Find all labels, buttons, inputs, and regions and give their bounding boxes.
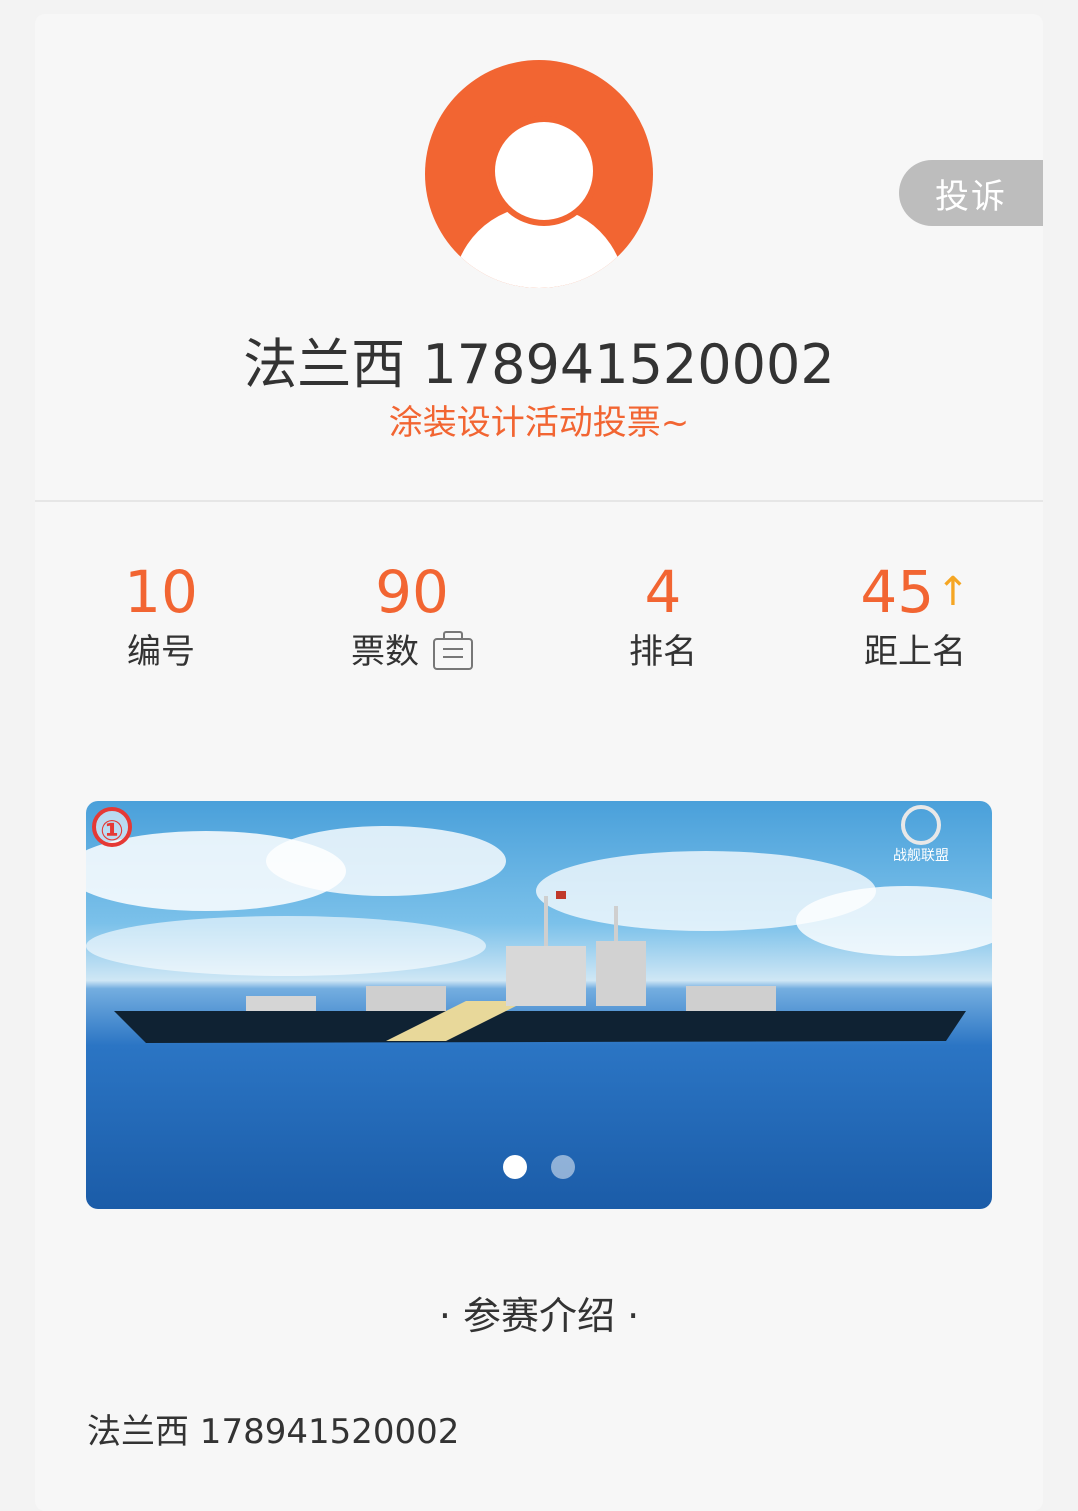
stat-number-value: 10 [124,558,198,626]
stat-gap: 45↑ 距上名 [815,559,1015,675]
stat-votes-value: 90 [375,558,449,626]
stat-rank-value: 4 [644,558,682,626]
divider [35,500,1043,502]
arrow-up-icon: ↑ [936,569,970,615]
stat-gap-value: 45 [860,558,935,626]
intro-text: 法兰西 178941520002 [87,1412,460,1452]
battleship-image [86,826,992,1043]
stat-rank: 4 排名 [563,559,763,675]
avatar-head-shape [489,116,599,226]
stat-votes-label: 票数 [351,632,419,672]
image-carousel[interactable]: ① 战舰联盟 [86,801,992,1209]
section-title: · 参赛介绍 · [438,1294,640,1338]
carousel-dot-2[interactable] [551,1155,575,1179]
entry-card: 投诉 法兰西 178941520002 涂装设计活动投票~ 10 编号 90 票… [35,14,1043,1511]
carousel-dot-1[interactable] [503,1155,527,1179]
entry-subtitle: 涂装设计活动投票~ [388,403,690,443]
logo-text: 战舰联盟 [893,848,949,864]
report-button[interactable]: 投诉 [899,160,1043,226]
logo-ring-icon [901,805,941,845]
stat-votes: 90 票数 [312,559,512,675]
entry-title: 法兰西 178941520002 [243,333,835,396]
ticket-icon[interactable] [433,630,473,670]
user-avatar-icon [425,60,653,288]
watermark-logo: 战舰联盟 [874,805,968,875]
slide-number-badge: ① [92,807,132,847]
carousel-indicators [86,1155,992,1179]
stat-votes-label-row: 票数 [312,629,512,675]
stat-rank-label: 排名 [629,632,697,672]
stat-gap-label: 距上名 [864,632,966,672]
stat-number-label: 编号 [127,632,195,672]
stat-gap-value-row: 45↑ [815,559,1015,625]
stat-number: 10 编号 [61,559,261,675]
